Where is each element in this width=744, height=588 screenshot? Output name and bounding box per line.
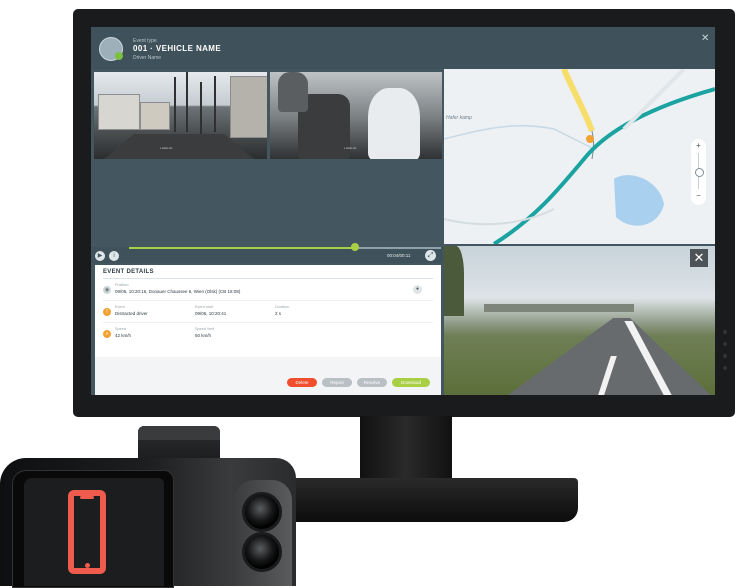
- dashcam-lens-lower: [242, 532, 282, 572]
- cabin-camera-feed[interactable]: ▪ ▪▪▪▪▪▪ ▪▪▪: [270, 72, 442, 159]
- smartphone-speaker: [80, 496, 94, 499]
- zoom-out-icon[interactable]: −: [691, 191, 706, 200]
- event-start-label: Event start: [195, 305, 214, 309]
- driver-name: Driver Name: [133, 55, 162, 61]
- show-on-map-button[interactable]: ●: [413, 285, 422, 294]
- report-button[interactable]: Report: [322, 378, 352, 387]
- dashcam-lens-upper: [242, 492, 282, 532]
- info-icon[interactable]: i: [109, 251, 119, 261]
- speed-label: Speed: [115, 327, 126, 331]
- speed-value: 42 km/h: [115, 333, 132, 338]
- speed-limit-value: 50 km/h: [195, 333, 212, 338]
- close-icon[interactable]: ✕: [701, 33, 709, 44]
- divider: [103, 278, 433, 279]
- event-header: Event type 001 · VEHICLE NAME Driver Nam…: [91, 27, 715, 69]
- vehicle-name: 001 · VEHICLE NAME: [133, 44, 222, 53]
- divider: [103, 322, 433, 323]
- smartphone-home-dot: [85, 563, 90, 568]
- divider: [103, 300, 433, 301]
- video-timecode: 00:04/00:11: [387, 253, 411, 258]
- app-screen: Event type 001 · VEHICLE NAME Driver Nam…: [91, 27, 715, 395]
- map-roads: [444, 69, 715, 244]
- video-progress-fill: [129, 247, 355, 249]
- monitor-side-buttons: [723, 330, 727, 380]
- fullscreen-icon[interactable]: ⤢: [425, 250, 436, 261]
- resolve-button[interactable]: Resolve: [357, 378, 387, 387]
- map-place-label: Hafer kamp: [446, 115, 472, 121]
- delete-button[interactable]: Delete: [287, 378, 317, 387]
- play-icon[interactable]: ▶: [95, 251, 105, 261]
- actions-bar: [95, 357, 441, 395]
- position-label: Position: [115, 283, 129, 287]
- close-icon[interactable]: ✕: [690, 249, 708, 267]
- road-camera-feed[interactable]: ▪ ▪▪▪▪▪▪ ▪▪▪: [94, 72, 267, 159]
- event-details-title: EVENT DETAILS: [103, 269, 154, 275]
- street-view[interactable]: [444, 246, 715, 395]
- video-progress-handle[interactable]: [351, 243, 359, 251]
- zoom-slider-handle[interactable]: [695, 168, 704, 177]
- smartphone-icon: [68, 490, 106, 574]
- event-label: Event: [115, 305, 125, 309]
- event-value: Distracted driver: [115, 311, 148, 316]
- dashcam-mount-top: [138, 426, 220, 440]
- duration-label: Duration: [275, 305, 290, 309]
- download-button[interactable]: Download: [392, 378, 430, 387]
- map-view[interactable]: Hafer kamp: [444, 69, 715, 244]
- duration-value: 2 s: [275, 311, 282, 316]
- warning-icon: !: [103, 308, 111, 316]
- status-online-dot: [115, 52, 123, 60]
- event-start-value: 09/06, 10:20:41: [195, 311, 227, 316]
- zoom-in-icon[interactable]: +: [691, 141, 706, 150]
- position-value: 09/06, 10:20:16, Donauer Chaussee 6, Wie…: [115, 289, 241, 294]
- location-pin-icon: ◉: [103, 286, 111, 294]
- speed-icon: »: [103, 330, 111, 338]
- speed-limit-label: Speed limit: [195, 327, 214, 331]
- event-details-panel: EVENT DETAILS ◉ Position 09/06, 10:20:16…: [95, 265, 441, 357]
